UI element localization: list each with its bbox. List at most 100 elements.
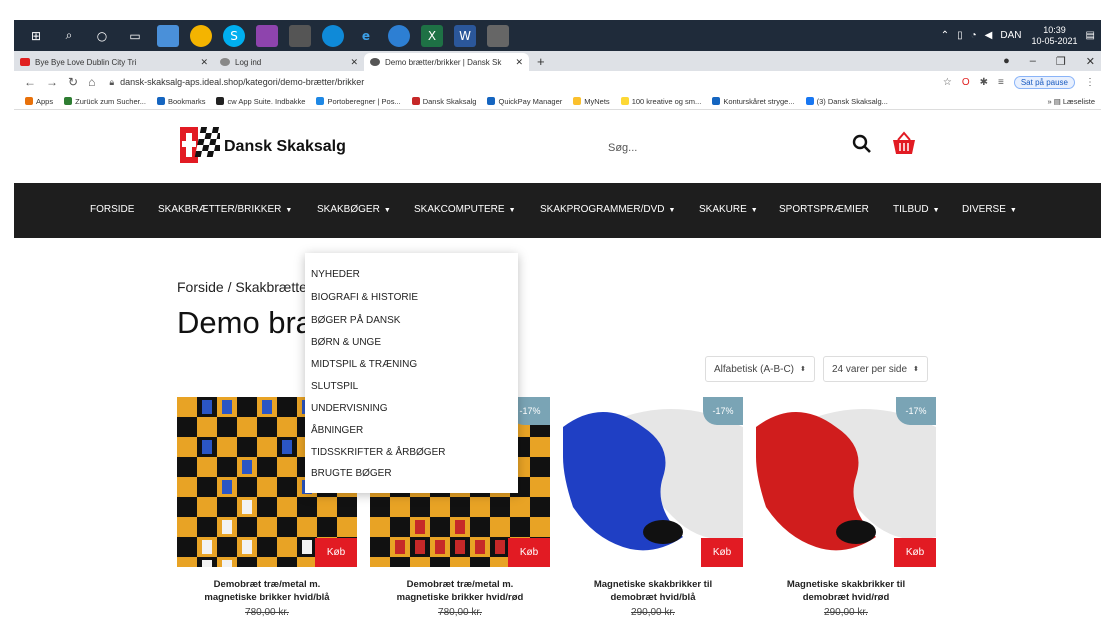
dropdown-item[interactable]: BØGER PÅ DANSK [311, 315, 400, 326]
bookmark-item[interactable]: Dansk Skaksalg [411, 97, 476, 106]
forward-icon[interactable]: → [46, 75, 58, 89]
store-icon[interactable] [289, 24, 311, 47]
dropdown-item[interactable]: ÅBNINGER [311, 425, 363, 436]
product-name[interactable]: Magnetiske skakbrikker til demobræt hvid/… [563, 578, 743, 604]
product-name[interactable]: Demobræt træ/metal m. magnetiske brikker … [177, 578, 357, 604]
clock-date: 10-05-2021 [1031, 35, 1078, 46]
nav-skakbraetter[interactable]: SKAKBRÆTTER/BRIKKER ▼ [158, 204, 292, 215]
paint-icon[interactable] [256, 24, 278, 47]
word-icon[interactable]: W [454, 24, 476, 47]
new-tab-button[interactable]: + [537, 54, 545, 69]
tab-login[interactable]: Log ind ✕ [214, 53, 364, 71]
volume-icon[interactable]: ◀ [985, 30, 993, 41]
per-page-select[interactable]: 24 varer per side ⬍ [823, 356, 928, 382]
close-icon[interactable]: ✕ [350, 57, 358, 68]
bookmark-item[interactable]: cw App Suite. Indbakke [216, 97, 305, 106]
bookmark-item[interactable]: Bookmarks [156, 97, 205, 106]
nav-forside[interactable]: FORSIDE [90, 204, 134, 215]
nav-skakcomputere[interactable]: SKAKCOMPUTERE ▼ [414, 204, 516, 215]
sort-order-select[interactable]: Alfabetisk (A-B-C) ⬍ [705, 356, 815, 382]
chrome-icon[interactable] [190, 24, 212, 47]
caret-down-icon: ▼ [668, 207, 676, 214]
close-window-button[interactable]: ✕ [1086, 55, 1095, 68]
bookmark-item[interactable]: QuickPay Manager [487, 97, 562, 106]
dropdown-item[interactable]: BIOGRAFI & HISTORIE [311, 292, 418, 303]
skype-icon[interactable]: S [223, 24, 245, 47]
task-view-icon[interactable]: ▭ [124, 25, 146, 47]
nav-skakprogrammer[interactable]: SKAKPROGRAMMER/DVD ▼ [540, 204, 675, 215]
notifications-icon[interactable]: ▤ [1086, 30, 1095, 41]
language-label[interactable]: DAN [1000, 30, 1021, 41]
breadcrumb[interactable]: Forside / Skakbrætter [177, 279, 312, 295]
maximize-button[interactable]: ❐ [1056, 55, 1066, 68]
nav-skakure[interactable]: SKAKURE ▼ [699, 204, 758, 215]
taskbar: ⊞ ⌕ ○ ▭ S e X W ⌃ ▯ ◔ ◀ DAN 10:39 10-05-… [14, 20, 1101, 51]
battery-icon[interactable]: ▯ [957, 30, 963, 41]
app-icon[interactable] [388, 24, 410, 47]
close-icon[interactable]: ✕ [200, 57, 208, 68]
menu-icon[interactable]: ⋮ [1085, 77, 1095, 88]
caret-down-icon: ▼ [1009, 207, 1017, 214]
bookmark-item[interactable]: 100 kreative og sm... [620, 97, 701, 106]
product-name-line: Demobræt træ/metal m. [213, 579, 321, 590]
chevron-up-icon[interactable]: ⌃ [941, 30, 949, 41]
close-icon[interactable]: ✕ [515, 57, 523, 68]
logo-text[interactable]: Dansk Skaksalg [224, 138, 346, 156]
star-icon[interactable]: ☆ [943, 77, 952, 88]
tab-demo-boards[interactable]: Demo brætter/brikker | Dansk Sk ✕ [364, 53, 529, 71]
search-icon[interactable]: ⌕ [58, 25, 80, 47]
back-icon[interactable]: ← [24, 75, 36, 89]
bookmark-icon [573, 97, 582, 105]
dropdown-item[interactable]: UNDERVISNING [311, 403, 388, 414]
dropdown-item[interactable]: TIDSSKRIFTER & ÅRBØGER [311, 447, 445, 458]
bookmark-item[interactable]: Konturskåret stryge... [712, 97, 795, 106]
bookmark-item[interactable]: MyNets [573, 97, 610, 106]
basket-icon[interactable] [891, 130, 917, 156]
clock[interactable]: 10:39 10-05-2021 [1032, 25, 1078, 47]
nav-diverse[interactable]: DIVERSE ▼ [962, 204, 1017, 215]
nav-tilbud[interactable]: TILBUD ▼ [893, 204, 940, 215]
dropdown-item[interactable]: NYHEDER [311, 269, 360, 280]
network-icon[interactable]: ◔ [971, 30, 977, 41]
buy-button[interactable]: Køb [508, 538, 550, 567]
bookmark-item[interactable]: Portoberegner | Pos... [316, 97, 401, 106]
buy-button[interactable]: Køb [701, 538, 743, 567]
minimize-button[interactable]: – [1030, 55, 1036, 68]
opera-icon[interactable]: O [962, 77, 970, 88]
dropdown-item[interactable]: BRUGTE BØGER [311, 468, 392, 479]
product-name[interactable]: Magnetiske skakbrikker til demobræt hvid/… [756, 578, 936, 604]
reload-icon[interactable]: ↻ [68, 75, 78, 89]
calculator-icon[interactable] [487, 24, 509, 47]
nav-skakboger[interactable]: SKAKBØGER ▼ [317, 204, 391, 215]
bookmark-icon [25, 97, 33, 105]
nav-label: SPORTSPRÆMIER [779, 204, 869, 215]
nav-sportspraemier[interactable]: SPORTSPRÆMIER [779, 204, 869, 215]
buy-button[interactable]: Køb [315, 538, 357, 567]
edge-icon[interactable] [322, 24, 344, 47]
bookmark-item[interactable]: Apps [25, 97, 53, 106]
reading-mode-icon[interactable]: ≡ [998, 77, 1004, 88]
url-field[interactable]: 🔒︎ dansk-skaksalg-aps.ideal.shop/kategori… [109, 77, 933, 88]
bookmark-item[interactable]: (3) Dansk Skaksalg... [805, 97, 888, 106]
product-name[interactable]: Demobræt træ/metal m. magnetiske brikker … [370, 578, 550, 604]
profile-pause-button[interactable]: Sat på pause [1013, 75, 1075, 89]
windows-start-icon[interactable]: ⊞ [25, 25, 47, 47]
search-input[interactable]: Søg... [608, 142, 637, 154]
dropdown-item[interactable]: MIDTSPIL & TRÆNING [311, 359, 417, 370]
ie-icon[interactable]: e [355, 25, 377, 47]
home-icon[interactable]: ⌂ [88, 75, 95, 89]
record-icon[interactable]: ● [1003, 55, 1010, 68]
dropdown-item[interactable]: SLUTSPIL [311, 381, 358, 392]
lock-icon[interactable]: 🔒︎ [109, 77, 114, 87]
dropdown-item[interactable]: BØRN & UNGE [311, 337, 381, 348]
excel-icon[interactable]: X [421, 24, 443, 47]
buy-button[interactable]: Køb [894, 538, 936, 567]
search-icon[interactable] [852, 134, 872, 154]
reading-list[interactable]: » ▤ Læseliste [1047, 97, 1101, 106]
tab-youtube[interactable]: Bye Bye Love Dublin City Tri ✕ [14, 53, 214, 71]
file-explorer-icon[interactable] [157, 24, 179, 47]
chess-logo-icon[interactable] [180, 123, 220, 167]
bookmark-item[interactable]: Zurück zum Sucher... [64, 97, 146, 106]
cortana-icon[interactable]: ○ [91, 25, 113, 47]
extensions-icon[interactable]: ✱ [980, 77, 988, 88]
